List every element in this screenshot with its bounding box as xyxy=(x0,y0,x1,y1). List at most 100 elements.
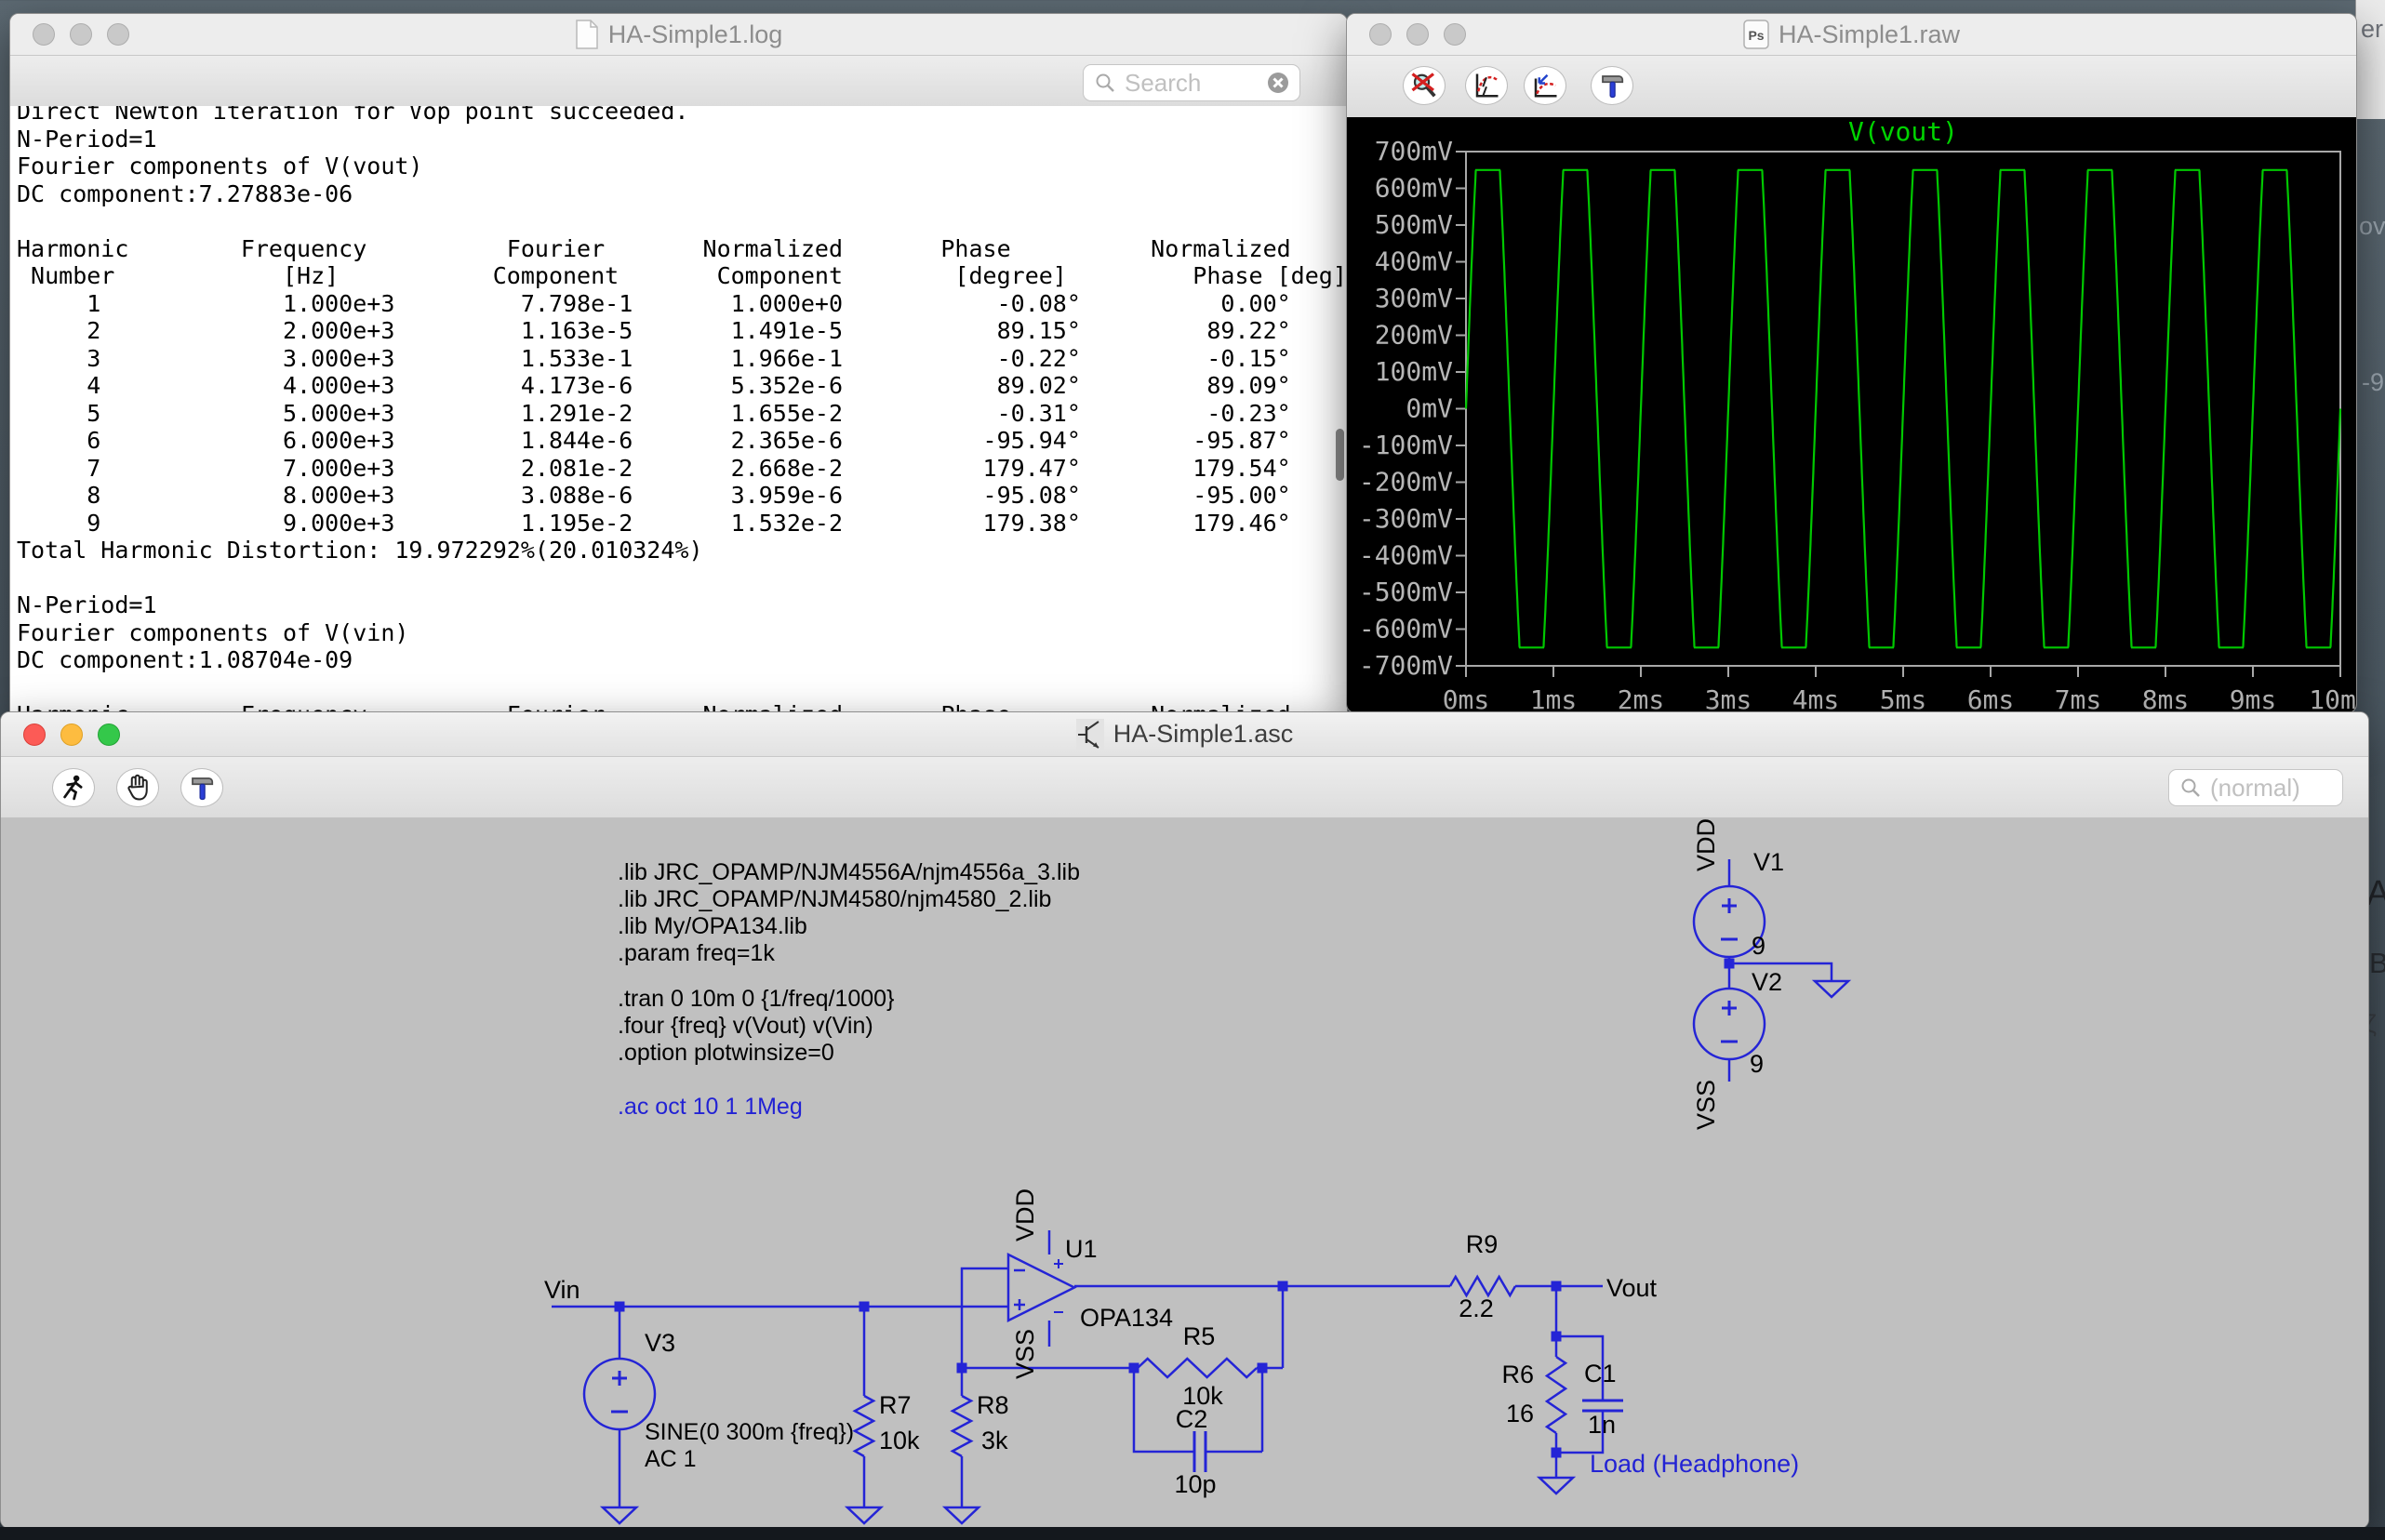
log-window-title: HA-Simple1.log xyxy=(607,20,783,48)
y-tick-label: 200mV xyxy=(1375,320,1453,351)
close-button[interactable] xyxy=(33,23,55,46)
search-icon xyxy=(1096,73,1114,92)
log-search-field[interactable] xyxy=(1083,64,1300,101)
resistor-R7[interactable] xyxy=(852,1394,876,1458)
ground-symbol xyxy=(1536,1476,1577,1495)
y-tick-label: -100mV xyxy=(1359,430,1453,460)
minimize-button[interactable] xyxy=(1406,23,1429,46)
schematic-canvas[interactable]: .lib JRC_OPAMP/NJM4556A/njm4556a_3.lib .l… xyxy=(1,817,2368,1528)
replot-button[interactable] xyxy=(1524,66,1566,105)
x-tick-label: 4ms xyxy=(1792,684,1840,712)
raw-toolbar xyxy=(1347,56,2356,118)
schematic-label-net-vdd-opamp[interactable]: VDD xyxy=(1011,1188,1039,1241)
schematic-label-value-R9[interactable]: 2.2 xyxy=(1459,1294,1494,1322)
schematic-window: HA-Simple1.asc (normal) .lib JRC_OPAMP/N… xyxy=(0,711,2369,1529)
schematic-label-directive-tran[interactable]: .tran 0 10m 0 {1/freq/1000} xyxy=(618,986,894,1012)
schematic-label-value-U1[interactable]: OPA134 xyxy=(1080,1304,1173,1332)
schematic-label-ref-C1[interactable]: C1 xyxy=(1584,1360,1617,1387)
asc-search-field[interactable] xyxy=(2168,769,2343,806)
schematic-label-ref-R7[interactable]: R7 xyxy=(879,1391,912,1419)
close-button[interactable] xyxy=(1369,23,1392,46)
waveform-plot[interactable]: V(vout) 700mV 600mV 500mV 400mV 300mV 200mV 100… xyxy=(1347,116,2356,712)
log-content-area[interactable]: Direct Newton iteration for Vop point su… xyxy=(10,106,1347,721)
asc-search-input[interactable] xyxy=(2208,772,2342,803)
minimize-button[interactable] xyxy=(60,723,83,746)
resistor-R6[interactable] xyxy=(1544,1355,1568,1435)
plot-title[interactable]: V(vout) xyxy=(1848,116,1958,147)
schematic-label-value-V1[interactable]: 9 xyxy=(1752,932,1765,960)
resistor-R9[interactable] xyxy=(1448,1274,1517,1298)
schematic-label-ref-V1[interactable]: V1 xyxy=(1753,848,1784,876)
zoom-off-button[interactable] xyxy=(1403,66,1446,105)
schematic-label-comment-load[interactable]: Load (Headphone) xyxy=(1590,1450,1799,1478)
log-scrollbar-thumb[interactable] xyxy=(1336,429,1344,481)
waveform-plot-area[interactable]: V(vout) 700mV 600mV 500mV 400mV 300mV 200mV 100… xyxy=(1347,116,2356,712)
schematic-label-value-V3-ac[interactable]: AC 1 xyxy=(645,1446,697,1472)
zoom-button[interactable] xyxy=(98,723,120,746)
frag-ov: ov xyxy=(2359,212,2385,240)
pan-hand-button[interactable] xyxy=(116,768,159,807)
hammer-button[interactable] xyxy=(180,768,223,807)
log-window-controls xyxy=(33,14,129,55)
schematic-label-ref-V3[interactable]: V3 xyxy=(645,1329,675,1357)
schematic-label-ref-R6[interactable]: R6 xyxy=(1501,1361,1534,1388)
log-search-input[interactable] xyxy=(1123,67,1266,99)
run-button[interactable] xyxy=(52,768,95,807)
vout-trace[interactable] xyxy=(1464,168,2342,649)
x-tick-label: 7ms xyxy=(2055,684,2102,712)
close-button[interactable] xyxy=(23,723,46,746)
autorange-button[interactable] xyxy=(1465,66,1508,105)
schematic-label-ref-U1[interactable]: U1 xyxy=(1065,1235,1098,1263)
hammer-button[interactable] xyxy=(1591,66,1633,105)
schematic-label-directive-lib1[interactable]: .lib JRC_OPAMP/NJM4556A/njm4556a_3.lib xyxy=(618,859,1080,885)
minimize-button[interactable] xyxy=(70,23,92,46)
schematic-label-ref-R8[interactable]: R8 xyxy=(977,1391,1009,1419)
schematic-label-directive-param[interactable]: .param freq=1k xyxy=(618,940,775,966)
raw-window-controls xyxy=(1369,14,1466,55)
y-tick-label: 600mV xyxy=(1375,173,1453,204)
svg-text:Ps: Ps xyxy=(1748,28,1764,43)
log-text: Direct Newton iteration for Vop point su… xyxy=(17,106,1347,721)
frag-A: A xyxy=(2366,874,2385,913)
schematic-label-net-vss-supply[interactable]: VSS xyxy=(1692,1080,1720,1130)
schematic-label-value-C2[interactable]: 10p xyxy=(1174,1470,1216,1498)
schematic-label-directive-lib3[interactable]: .lib My/OPA134.lib xyxy=(618,913,807,939)
source-V2[interactable] xyxy=(1692,987,1766,1061)
clear-search-icon[interactable] xyxy=(1266,71,1290,95)
schematic-label-value-C1[interactable]: 1n xyxy=(1588,1411,1616,1439)
schematic-label-net-vout[interactable]: Vout xyxy=(1606,1274,1658,1302)
schematic-label-net-vdd-supply[interactable]: VDD xyxy=(1692,818,1720,871)
y-tick-label: -500mV xyxy=(1359,577,1453,607)
schematic-label-ref-V2[interactable]: V2 xyxy=(1752,968,1782,996)
schematic-label-directive-option[interactable]: .option plotwinsize=0 xyxy=(618,1040,834,1066)
resistor-R8[interactable] xyxy=(950,1394,974,1458)
x-tick-label: 1ms xyxy=(1530,684,1578,712)
log-toolbar xyxy=(10,56,1347,108)
schematic-label-directive-four[interactable]: .four {freq} v(Vout) v(Vin) xyxy=(618,1013,873,1039)
frag-9: -9 xyxy=(2362,368,2385,396)
schematic-label-value-R8[interactable]: 3k xyxy=(981,1427,1008,1454)
schematic-label-ref-R9[interactable]: R9 xyxy=(1466,1230,1499,1258)
y-tick-label: 700mV xyxy=(1375,136,1453,166)
run-icon xyxy=(63,775,83,801)
schematic-label-directive-ac[interactable]: .ac oct 10 1 1Meg xyxy=(618,1094,803,1120)
schematic-label-value-V2[interactable]: 9 xyxy=(1750,1050,1764,1078)
raw-titlebar[interactable]: Ps HA-Simple1.raw xyxy=(1347,14,2356,56)
opamp-U1[interactable] xyxy=(1006,1252,1077,1323)
asc-titlebar[interactable]: HA-Simple1.asc xyxy=(1,712,2368,757)
log-titlebar[interactable]: HA-Simple1.log xyxy=(10,14,1347,56)
x-tick-label: 9ms xyxy=(2230,684,2277,712)
schematic-label-value-R6[interactable]: 16 xyxy=(1506,1400,1534,1427)
schematic-label-net-vin[interactable]: Vin xyxy=(544,1276,580,1304)
schematic-label-ref-C2[interactable]: C2 xyxy=(1176,1405,1208,1433)
transistor-file-icon xyxy=(1075,718,1104,750)
zoom-button[interactable] xyxy=(107,23,129,46)
schematic-label-value-R7[interactable]: 10k xyxy=(879,1427,920,1454)
schematic-label-directive-lib2[interactable]: .lib JRC_OPAMP/NJM4580/njm4580_2.lib xyxy=(618,886,1051,912)
schematic-label-ref-R5[interactable]: R5 xyxy=(1183,1322,1216,1350)
schematic-label-net-vss-opamp[interactable]: VSS xyxy=(1011,1329,1039,1379)
zoom-button[interactable] xyxy=(1444,23,1466,46)
schematic-drawing[interactable]: .lib JRC_OPAMP/NJM4556A/njm4556a_3.lib.l… xyxy=(1,817,2368,1528)
resistor-R5[interactable] xyxy=(1137,1357,1258,1379)
schematic-label-value-V3-sine[interactable]: SINE(0 300m {freq}) xyxy=(645,1419,854,1445)
